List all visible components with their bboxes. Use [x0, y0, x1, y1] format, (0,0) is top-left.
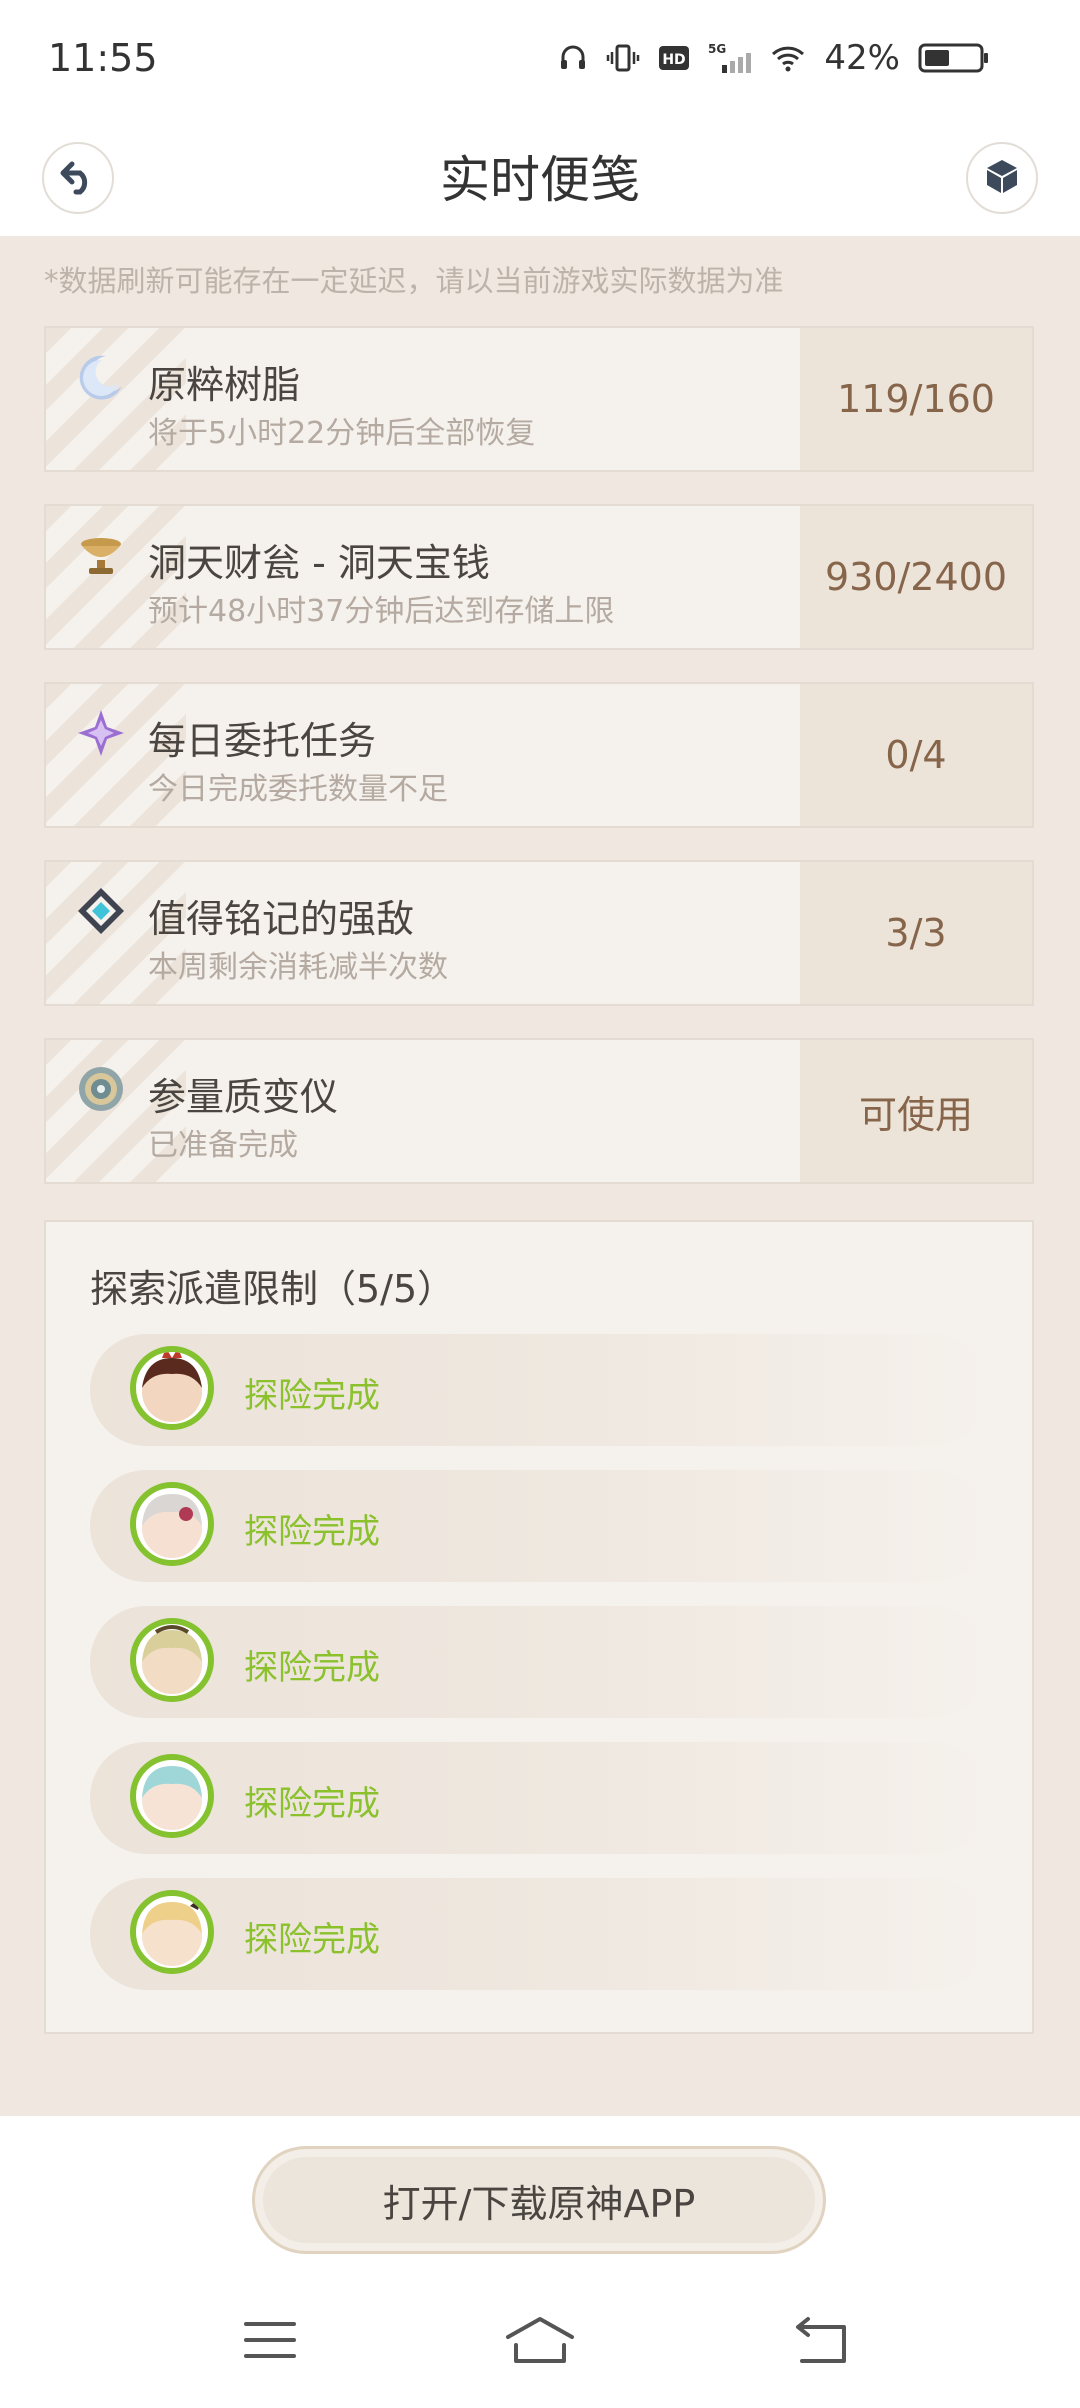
- back-icon: [794, 2315, 850, 2369]
- realm-currency-card[interactable]: 洞天财瓮 - 洞天宝钱 预计48小时37分钟后达到存储上限 930/2400: [44, 504, 1034, 650]
- headphones-icon: [558, 43, 588, 73]
- bottom-bar: 打开/下载原神APP: [0, 2116, 1080, 2408]
- character-avatar: [130, 1890, 214, 1974]
- daily-commission-icon: [76, 708, 126, 758]
- signal-5g-icon: 5G: [708, 41, 752, 75]
- cube-button[interactable]: [966, 142, 1038, 214]
- vibrate-icon: [606, 43, 640, 73]
- wifi-icon: [770, 43, 806, 73]
- expedition-item[interactable]: 探险完成: [90, 1606, 990, 1718]
- character-avatar: [130, 1618, 214, 1702]
- expedition-title: 探索派遣限制（5/5）: [90, 1267, 456, 1311]
- svg-text:5G: 5G: [708, 42, 726, 56]
- main-content[interactable]: *数据刷新可能存在一定延迟，请以当前游戏实际数据为准 原粹树脂 将于5小时22分…: [0, 236, 1080, 2116]
- expedition-panel: 探索派遣限制（5/5） 探险完成 探险完成 探险完成 探险完成 探险完成: [44, 1220, 1034, 2034]
- resource-title: 值得铭记的强敌: [148, 897, 415, 941]
- resource-subtitle: 今日完成委托数量不足: [148, 772, 448, 807]
- weekly-boss-card[interactable]: 值得铭记的强敌 本周剩余消耗减半次数 3/3: [44, 860, 1034, 1006]
- status-icons: HD 5G 42%: [558, 38, 990, 78]
- resource-title: 洞天财瓮 - 洞天宝钱: [148, 541, 490, 585]
- menu-icon: [242, 2318, 298, 2366]
- nav-back-button[interactable]: [782, 2302, 862, 2382]
- hd-icon: HD: [658, 43, 690, 73]
- page-title: 实时便笺: [440, 151, 640, 209]
- resource-value: 930/2400: [800, 506, 1032, 648]
- resource-subtitle: 本周剩余消耗减半次数: [148, 950, 448, 985]
- resource-value: 0/4: [800, 684, 1032, 826]
- status-bar: 11:55 HD 5G 42%: [0, 0, 1080, 120]
- character-avatar: [130, 1482, 214, 1566]
- battery-percentage: 42%: [824, 38, 900, 78]
- expedition-item[interactable]: 探险完成: [90, 1742, 990, 1854]
- resin-card[interactable]: 原粹树脂 将于5小时22分钟后全部恢复 119/160: [44, 326, 1034, 472]
- resin-moon-icon: [76, 352, 126, 402]
- expedition-status: 探险完成: [244, 1376, 380, 1416]
- nav-home-button[interactable]: [500, 2302, 580, 2382]
- expedition-status: 探险完成: [244, 1512, 380, 1552]
- expedition-item[interactable]: 探险完成: [90, 1334, 990, 1446]
- resource-title: 参量质变仪: [148, 1075, 339, 1119]
- resource-title: 每日委托任务: [148, 719, 377, 763]
- daily-commission-card[interactable]: 每日委托任务 今日完成委托数量不足 0/4: [44, 682, 1034, 828]
- expedition-status: 探险完成: [244, 1784, 380, 1824]
- expedition-status: 探险完成: [244, 1648, 380, 1688]
- status-time: 11:55: [48, 36, 158, 80]
- teapot-bowl-icon: [76, 530, 126, 580]
- resource-value: 可使用: [800, 1040, 1032, 1182]
- weekly-boss-icon: [76, 886, 126, 936]
- expedition-item[interactable]: 探险完成: [90, 1470, 990, 1582]
- resource-subtitle: 将于5小时22分钟后全部恢复: [148, 416, 536, 451]
- svg-text:HD: HD: [663, 52, 686, 68]
- resource-subtitle: 已准备完成: [148, 1128, 298, 1163]
- resource-subtitle: 预计48小时37分钟后达到存储上限: [148, 594, 615, 629]
- resource-title: 原粹树脂: [148, 363, 301, 407]
- battery-icon: [918, 41, 990, 75]
- expedition-status: 探险完成: [244, 1920, 380, 1960]
- nav-menu-button[interactable]: [230, 2302, 310, 2382]
- resource-value: 3/3: [800, 862, 1032, 1004]
- character-avatar: [130, 1754, 214, 1838]
- transformer-card[interactable]: 参量质变仪 已准备完成 可使用: [44, 1038, 1034, 1184]
- data-delay-notice: *数据刷新可能存在一定延迟，请以当前游戏实际数据为准: [44, 264, 784, 298]
- header: 实时便笺: [0, 120, 1080, 238]
- cube-icon: [982, 156, 1022, 200]
- open-download-app-button[interactable]: 打开/下载原神APP: [252, 2146, 826, 2254]
- transformer-icon: [76, 1064, 126, 1114]
- character-avatar: [130, 1346, 214, 1430]
- resource-value: 119/160: [800, 328, 1032, 470]
- expedition-item[interactable]: 探险完成: [90, 1878, 990, 1990]
- home-icon: [504, 2315, 576, 2369]
